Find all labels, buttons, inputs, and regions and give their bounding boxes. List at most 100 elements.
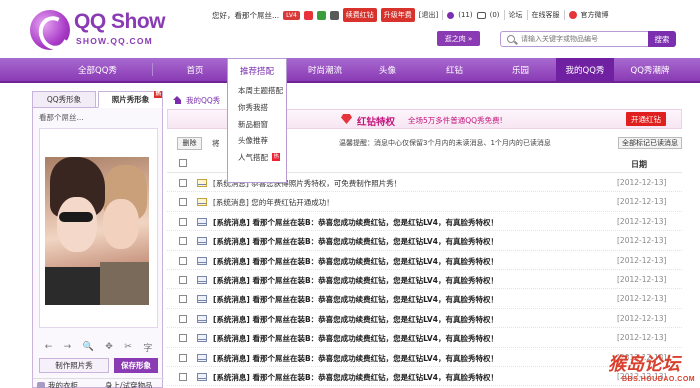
- upgrade-yearly-button[interactable]: 升级年费: [380, 8, 415, 22]
- message-row[interactable]: [系统消息] 看那个屌丝在装B：恭喜您成功续费红钻，您是红钻LV4，有真脸秀特权…: [167, 348, 682, 367]
- message-date: [2012-12-13]: [617, 274, 667, 284]
- rotate-left-icon[interactable]: ←: [45, 342, 53, 352]
- make-photo-show-button[interactable]: 制作照片秀: [39, 358, 109, 373]
- forum-link[interactable]: 论坛: [509, 10, 523, 20]
- tab-photo-show-avatar[interactable]: 照片秀形象 热: [98, 91, 163, 108]
- qq-show-logo[interactable]: QQ Show SHOW.QQ.COM: [30, 8, 166, 50]
- nav-tab-my-qq-show[interactable]: 我的QQ秀: [556, 58, 614, 81]
- user-photo[interactable]: [45, 157, 149, 305]
- greeting-text[interactable]: 您好，看那个屌丝...: [212, 10, 279, 21]
- cut-icon[interactable]: ✂: [124, 342, 132, 352]
- message-subject[interactable]: [系统消息] 看那个屌丝在装B：恭喜您成功续费红钻，您是红钻LV4，有真脸秀特权…: [213, 353, 498, 364]
- open-red-diamond-button[interactable]: 开通红钻: [626, 112, 666, 126]
- message-subject[interactable]: [系统消息] 看那个屌丝在装B：恭喜您成功续费红钻，您是红钻LV4，有真脸秀特权…: [213, 236, 498, 247]
- nav-tab-home[interactable]: 首页: [170, 58, 220, 81]
- nav-tab-recommend[interactable]: 推荐搭配: [227, 58, 287, 83]
- message-checkbox[interactable]: [179, 314, 187, 323]
- message-row[interactable]: [系统消息] 看那个屌丝在装B：恭喜您成功续费红钻，您是红钻LV4，有真脸秀特权…: [167, 251, 682, 270]
- logout-link[interactable]: [退出]: [419, 10, 438, 20]
- watermark-url: BBS.HOUDAO.COM: [622, 376, 696, 383]
- unread-mail-icon: [197, 372, 207, 381]
- message-subject[interactable]: [系统消息] 您的年费红钻开通成功！: [213, 197, 334, 208]
- message-icon[interactable]: [447, 11, 455, 19]
- hot-badge: 热: [272, 153, 280, 162]
- nav-tab-all[interactable]: 全部QQ秀: [60, 58, 135, 81]
- wardrobe-icon: [37, 381, 45, 388]
- menu-item-label: 人气搭配: [238, 153, 268, 163]
- unread-mail-icon: [197, 353, 207, 362]
- menu-item-popular-match[interactable]: 人气搭配 热: [228, 150, 286, 167]
- avatar-panel-body: 看那个屌丝... ← → 🔍 ✥ ✂ 字 制作照片秀 保存形象 我的衣柜 身上/…: [32, 108, 164, 388]
- try-on-link[interactable]: 身上/试穿物品: [101, 380, 153, 388]
- message-checkbox[interactable]: [179, 198, 187, 207]
- zoom-icon[interactable]: 🔍: [83, 342, 94, 352]
- message-row[interactable]: [系统消息] 看那个屌丝在装B：恭喜您成功续费红钻，您是红钻LV4，有真脸秀特权…: [167, 328, 682, 348]
- nav-tab-brand[interactable]: QQ秀潮牌: [620, 58, 680, 81]
- menu-item-avatar-recommend[interactable]: 头像推荐: [228, 133, 286, 150]
- message-checkbox[interactable]: [179, 372, 187, 381]
- rotate-right-icon[interactable]: →: [64, 342, 72, 352]
- cart-icon[interactable]: [476, 11, 486, 19]
- message-subject[interactable]: [系统消息] 看那个屌丝在装B：恭喜您成功续费红钻，您是红钻LV4，有真脸秀特权…: [213, 256, 498, 267]
- unread-mail-icon: [197, 314, 207, 323]
- gray-diamond-icon[interactable]: [329, 10, 339, 20]
- select-all-checkbox[interactable]: [179, 159, 187, 167]
- message-subject[interactable]: [系统消息] 看那个屌丝在装B：恭喜您成功续费红钻，您是红钻LV4，有真脸秀特权…: [213, 333, 498, 344]
- nav-tab-red-diamond[interactable]: 红钻: [432, 58, 477, 81]
- message-row[interactable]: [系统消息] 看那个屌丝在装B：恭喜您成功续费红钻，您是红钻LV4，有真脸秀特权…: [167, 289, 682, 309]
- search-button[interactable]: 搜索: [648, 31, 676, 47]
- message-checkbox[interactable]: [179, 256, 187, 265]
- nav-tab-avatar[interactable]: 头像: [365, 58, 410, 81]
- official-weibo-link[interactable]: 官方微博: [581, 10, 609, 20]
- weibo-icon[interactable]: [568, 11, 577, 19]
- message-checkbox[interactable]: [179, 334, 187, 343]
- message-checkbox[interactable]: [179, 179, 187, 187]
- breadcrumb-my-qq-show[interactable]: 我的QQ秀: [186, 95, 220, 106]
- divider: [442, 10, 444, 20]
- message-checkbox[interactable]: [179, 295, 187, 304]
- vip-level-badge[interactable]: LV4: [283, 10, 300, 20]
- text-icon[interactable]: 字: [143, 341, 152, 354]
- renew-red-diamond-button[interactable]: 续费红钻: [342, 8, 377, 22]
- message-row[interactable]: [系统消息] 看那个屌丝在装B：恭喜您成功续费红钻，您是红钻LV4，有真脸秀特权…: [167, 212, 682, 232]
- message-count[interactable]: (11): [458, 11, 472, 19]
- message-subject[interactable]: [系统消息] 看那个屌丝在装B：恭喜您成功续费红钻，您是红钻LV4，有真脸秀特权…: [213, 217, 498, 228]
- nav-tab-paradise[interactable]: 乐园: [498, 58, 543, 81]
- logo-text: QQ Show: [74, 10, 166, 33]
- message-checkbox[interactable]: [179, 217, 187, 226]
- menu-item-weekly-theme[interactable]: 本周主题搭配: [228, 83, 286, 100]
- nav-tab-fashion[interactable]: 时尚潮流: [300, 58, 350, 81]
- menu-item-you-show-i-match[interactable]: 你秀我搭: [228, 100, 286, 117]
- search-input[interactable]: [521, 32, 646, 46]
- delete-button[interactable]: 删除: [177, 136, 202, 150]
- message-subject[interactable]: [系统消息] 看那个屌丝在装B：恭喜您成功续费红钻，您是红钻LV4，有真脸秀特权…: [213, 372, 498, 383]
- message-date: [2012-12-13]: [617, 313, 667, 323]
- avatar-tabs: QQ秀形象 照片秀形象 热: [32, 91, 163, 108]
- message-checkbox[interactable]: [179, 275, 187, 284]
- message-row[interactable]: [系统消息] 您的年费红钻开通成功！ [2012-12-13]: [167, 192, 682, 212]
- red-diamond-icon[interactable]: [303, 10, 313, 20]
- mark-all-read-button[interactable]: 全部标记已读消息: [618, 137, 682, 149]
- stroll-button[interactable]: 逛之肉 »: [437, 31, 480, 46]
- message-row[interactable]: [系统消息] 看那个屌丝在装B：恭喜您成功续费红钻，您是红钻LV4，有真脸秀特权…: [167, 231, 682, 251]
- try-on-label: 身上/试穿物品: [105, 381, 153, 388]
- tab-qq-show-avatar[interactable]: QQ秀形象: [32, 91, 96, 108]
- green-diamond-icon[interactable]: [316, 10, 326, 20]
- online-service-link[interactable]: 在线客服: [532, 10, 560, 20]
- message-date: [2012-12-13]: [617, 178, 667, 187]
- my-wardrobe-link[interactable]: 我的衣柜: [33, 380, 101, 388]
- cart-count[interactable]: (0): [490, 11, 500, 19]
- message-date: [2012-12-13]: [617, 255, 667, 265]
- message-subject[interactable]: [系统消息] 看那个屌丝在装B：恭喜您成功续费红钻，您是红钻LV4，有真脸秀特权…: [213, 294, 498, 305]
- message-row[interactable]: [系统消息] 看那个屌丝在装B：恭喜您成功续费红钻，您是红钻LV4，有真脸秀特权…: [167, 309, 682, 329]
- message-subject[interactable]: [系统消息] 看那个屌丝在装B：恭喜您成功续费红钻，您是红钻LV4，有真脸秀特权…: [213, 314, 498, 325]
- message-checkbox[interactable]: [179, 237, 187, 246]
- message-row[interactable]: [系统消息] 看那个屌丝在装B：恭喜您成功续费红钻，您是红钻LV4，有真脸秀特权…: [167, 270, 682, 290]
- move-icon[interactable]: ✥: [105, 342, 113, 352]
- message-row[interactable]: [系统消息] 看那个屌丝在装B：恭喜您成功续费红钻，您是红钻LV4，有真脸秀特权…: [167, 367, 682, 387]
- menu-item-new-arrivals[interactable]: 新品橱窗: [228, 117, 286, 134]
- message-checkbox[interactable]: [179, 353, 187, 362]
- save-avatar-button[interactable]: 保存形象: [114, 358, 158, 373]
- message-subject[interactable]: [系统消息] 看那个屌丝在装B：恭喜您成功续费红钻，您是红钻LV4，有真脸秀特权…: [213, 275, 498, 286]
- home-icon[interactable]: [173, 96, 182, 104]
